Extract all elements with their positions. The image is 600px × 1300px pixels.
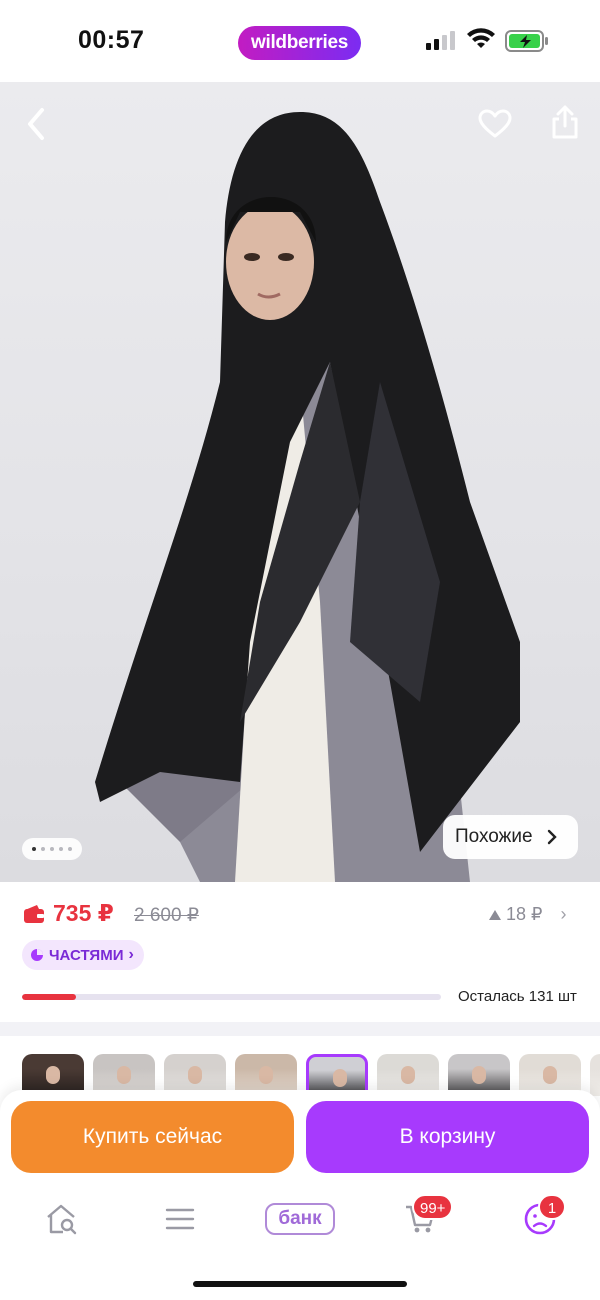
thumbnail-image <box>333 1069 347 1087</box>
price-history-link[interactable]: 18 ₽ › <box>488 904 566 925</box>
pagination-dot <box>50 847 54 851</box>
similar-products-button[interactable]: Похожие <box>443 815 578 859</box>
thumbnail-image <box>543 1066 557 1084</box>
chevron-right-icon: › <box>560 904 567 924</box>
thumbnail-image <box>401 1066 415 1084</box>
profile-notification-badge: 1 <box>538 1194 566 1220</box>
favorite-button[interactable] <box>473 102 517 146</box>
pagination-dot <box>41 847 45 851</box>
purchase-action-bar: Купить сейчас В корзину <box>0 1090 600 1182</box>
current-price: 735 ₽ <box>53 900 114 926</box>
thumbnail-image <box>472 1066 486 1084</box>
menu-icon <box>165 1208 195 1230</box>
wifi-icon <box>467 28 495 48</box>
nav-catalog[interactable] <box>155 1198 205 1240</box>
old-price: 2 600 ₽ <box>134 905 199 926</box>
bottom-navigation: банк 99+ 1 <box>0 1182 600 1300</box>
price-card: 735 ₽ 2 600 ₽ 18 ₽ › ЧАСТЯМИ › Осталась … <box>0 882 600 1022</box>
price-delta-value: 18 ₽ <box>506 904 543 924</box>
home-indicator <box>193 1281 407 1287</box>
add-to-cart-button[interactable]: В корзину <box>306 1101 589 1173</box>
pagination-dot <box>68 847 72 851</box>
bank-label: банк <box>265 1203 335 1235</box>
thumbnail-image <box>117 1066 131 1084</box>
pagination-dot <box>59 847 63 851</box>
status-bar: 00:57 wildberries <box>0 0 600 82</box>
pie-chart-icon <box>31 949 43 961</box>
chevron-right-icon: › <box>128 946 134 963</box>
pagination-dot-active <box>32 847 36 851</box>
buy-now-button[interactable]: Купить сейчас <box>11 1101 294 1173</box>
status-time: 00:57 <box>78 26 145 54</box>
cellular-signal-icon <box>426 31 455 50</box>
product-photo <box>95 112 520 882</box>
back-button[interactable] <box>14 102 58 146</box>
triangle-up-icon <box>489 909 501 920</box>
stock-progress-bar <box>22 994 441 1000</box>
thumbnail-image <box>188 1066 202 1084</box>
installments-label: ЧАСТЯМИ <box>49 946 124 964</box>
similar-label: Похожие <box>455 826 533 847</box>
variant-thumbnail[interactable] <box>590 1054 600 1096</box>
share-icon <box>552 105 578 139</box>
section-divider <box>0 1022 600 1036</box>
wallet-icon <box>24 905 44 923</box>
stock-remaining: Осталась 131 шт <box>458 988 577 1005</box>
variant-thumbnails <box>0 1036 600 1096</box>
home-search-icon <box>47 1204 77 1235</box>
gallery-pagination <box>22 838 82 860</box>
installments-badge[interactable]: ЧАСТЯМИ › <box>22 940 144 970</box>
battery-icon <box>505 30 548 52</box>
chevron-right-icon <box>547 829 557 845</box>
thumbnail-image <box>259 1066 273 1084</box>
nav-home[interactable] <box>36 1198 86 1240</box>
product-gallery[interactable]: Похожие <box>0 82 600 882</box>
share-button[interactable] <box>543 100 587 144</box>
brand-logo[interactable]: wildberries <box>238 26 361 60</box>
cart-count-badge: 99+ <box>412 1194 454 1220</box>
nav-bank[interactable]: банк <box>255 1198 345 1240</box>
heart-icon <box>478 109 512 138</box>
stock-progress-fill <box>22 994 77 1000</box>
thumbnail-image <box>46 1066 60 1084</box>
chevron-left-icon <box>28 108 44 140</box>
